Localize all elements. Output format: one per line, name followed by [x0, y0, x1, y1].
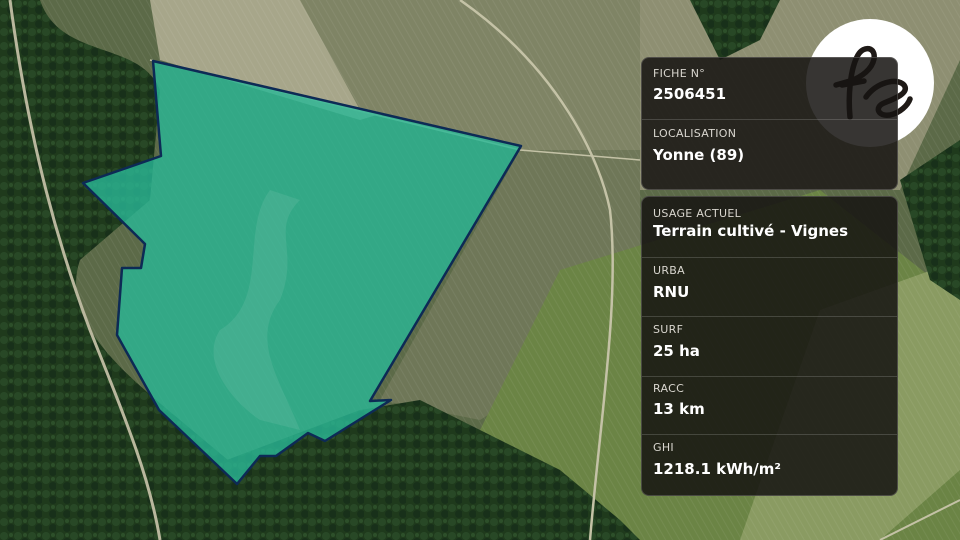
fiche-value: 2506451	[653, 85, 727, 103]
ghi-value: 1218.1 kWh/m²	[653, 460, 781, 478]
surf-label: SURF	[653, 323, 684, 336]
urba-value: RNU	[653, 283, 690, 301]
localisation-row: LOCALISATION Yonne (89)	[642, 119, 897, 189]
urba-label: URBA	[653, 264, 685, 277]
usage-label: USAGE ACTUEL	[653, 207, 742, 220]
localisation-label: LOCALISATION	[653, 127, 737, 140]
ghi-row: GHI 1218.1 kWh/m²	[642, 434, 897, 495]
surf-row: SURF 25 ha	[642, 316, 897, 376]
racc-value: 13 km	[653, 400, 705, 418]
fiche-panel: FICHE N° 2506451 LOCALISATION Yonne (89)	[641, 57, 898, 190]
urba-row: URBA RNU	[642, 257, 897, 316]
surf-value: 25 ha	[653, 342, 700, 360]
racc-row: RACC 13 km	[642, 376, 897, 434]
fiche-label: FICHE N°	[653, 67, 706, 80]
usage-value: Terrain cultivé - Vignes	[653, 222, 849, 240]
localisation-value: Yonne (89)	[653, 146, 745, 164]
usage-row: USAGE ACTUEL Terrain cultivé - Vignes	[642, 197, 897, 256]
racc-label: RACC	[653, 382, 685, 395]
fiche-row: FICHE N° 2506451	[642, 58, 897, 118]
ghi-label: GHI	[653, 441, 674, 454]
details-panel: USAGE ACTUEL Terrain cultivé - Vignes UR…	[641, 196, 898, 496]
